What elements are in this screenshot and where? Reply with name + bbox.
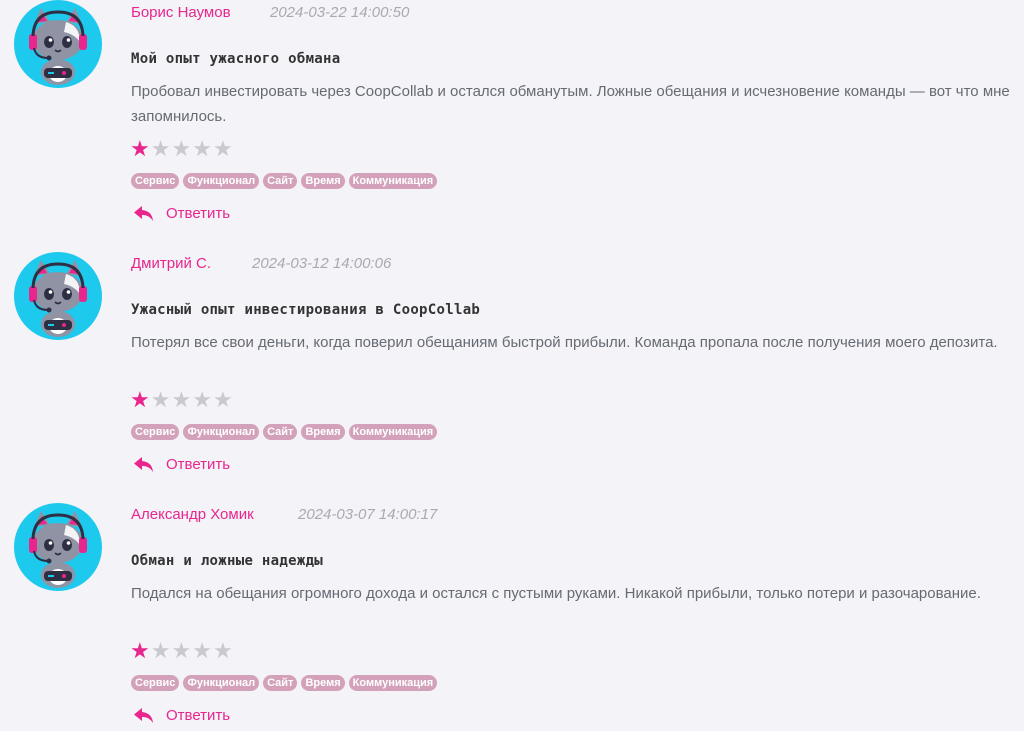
reply-button[interactable]: Ответить: [133, 456, 230, 473]
avatar: [14, 503, 102, 591]
review-date: 2024-03-07 14:00:17: [298, 506, 438, 523]
star-icon: ★: [130, 388, 150, 413]
star-icon: ★: [212, 388, 233, 413]
reply-arrow-icon: [134, 708, 153, 723]
review-date: 2024-03-12 14:00:06: [252, 255, 392, 272]
tag-badge: Функционал: [183, 675, 260, 691]
cat-gamer-avatar-icon: [29, 8, 87, 85]
review-author[interactable]: Дмитрий С.: [131, 255, 211, 272]
star-icon: ★: [150, 639, 171, 664]
review-item: Александр Хомик 2024-03-07 14:00:17 Обма…: [0, 502, 1024, 731]
avatar: [14, 252, 102, 340]
review-title: Ужасный опыт инвестирования в CoopCollab: [131, 302, 481, 318]
star-icon: ★: [130, 639, 150, 664]
tag-badge: Время: [301, 675, 345, 691]
rating-stars: ★ ★ ★ ★ ★: [130, 641, 233, 663]
review-item: Борис Наумов 2024-03-22 14:00:50 Мой опы…: [0, 0, 1024, 251]
review-list: Борис Наумов 2024-03-22 14:00:50 Мой опы…: [0, 0, 1024, 731]
review-author[interactable]: Борис Наумов: [131, 4, 231, 21]
tag-badge: Сайт: [263, 173, 298, 189]
review-title: Мой опыт ужасного обмана: [131, 51, 341, 67]
reply-button[interactable]: Ответить: [133, 707, 230, 724]
cat-gamer-avatar-icon: [29, 260, 87, 337]
reply-button[interactable]: Ответить: [133, 205, 230, 222]
star-icon: ★: [171, 639, 192, 664]
tag-badge: Функционал: [183, 173, 260, 189]
tag-list: Сервис Функционал Сайт Время Коммуникаци…: [131, 675, 438, 691]
tag-badge: Коммуникация: [348, 173, 438, 189]
tag-badge: Функционал: [183, 424, 260, 440]
avatar: [14, 0, 102, 88]
tag-badge: Коммуникация: [348, 424, 438, 440]
tag-badge: Сайт: [263, 675, 298, 691]
review-item: Дмитрий С. 2024-03-12 14:00:06 Ужасный о…: [0, 251, 1024, 502]
review-title: Обман и ложные надежды: [131, 553, 324, 569]
tag-list: Сервис Функционал Сайт Время Коммуникаци…: [131, 173, 438, 189]
review-author[interactable]: Александр Хомик: [131, 506, 254, 523]
star-icon: ★: [212, 137, 233, 162]
tag-badge: Сервис: [131, 675, 180, 691]
reply-label: Ответить: [166, 707, 231, 724]
star-icon: ★: [150, 137, 171, 162]
star-icon: ★: [192, 388, 212, 413]
tag-badge: Сайт: [263, 424, 298, 440]
star-icon: ★: [130, 137, 150, 162]
reply-arrow-icon: [134, 457, 153, 472]
star-icon: ★: [150, 388, 171, 413]
reply-label: Ответить: [166, 205, 231, 222]
review-date: 2024-03-22 14:00:50: [270, 4, 410, 21]
review-text: Подался на обещания огромного дохода и о…: [131, 585, 981, 602]
reply-label: Ответить: [166, 456, 231, 473]
rating-stars: ★ ★ ★ ★ ★: [130, 390, 233, 412]
review-text: Потерял все свои деньги, когда поверил о…: [131, 334, 998, 351]
star-icon: ★: [171, 137, 192, 162]
star-icon: ★: [192, 137, 212, 162]
tag-list: Сервис Функционал Сайт Время Коммуникаци…: [131, 424, 438, 440]
rating-stars: ★ ★ ★ ★ ★: [130, 139, 233, 161]
tag-badge: Время: [301, 424, 345, 440]
review-text: Пробовал инвестировать через CoopCollab …: [131, 83, 1010, 125]
reply-arrow-icon: [134, 206, 153, 221]
tag-badge: Сервис: [131, 173, 180, 189]
star-icon: ★: [212, 639, 233, 664]
star-icon: ★: [171, 388, 192, 413]
star-icon: ★: [192, 639, 212, 664]
tag-badge: Коммуникация: [348, 675, 438, 691]
cat-gamer-avatar-icon: [29, 511, 87, 588]
tag-badge: Сервис: [131, 424, 180, 440]
tag-badge: Время: [301, 173, 345, 189]
